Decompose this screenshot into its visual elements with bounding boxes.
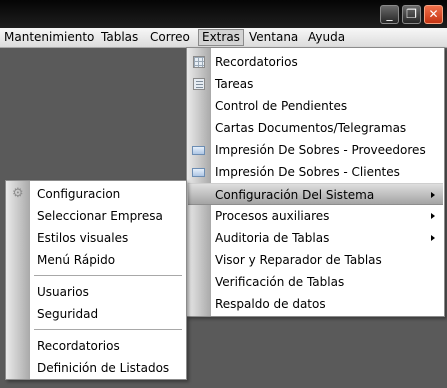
envelope-icon: [192, 168, 205, 177]
menu-item-verificacion-tablas[interactable]: Verificación de Tablas: [188, 271, 443, 293]
menu-item-cartas-documentos[interactable]: Cartas Documentos/Telegramas: [188, 117, 443, 139]
menu-item-label: Visor y Reparador de Tablas: [215, 253, 382, 267]
menu-item-label: Auditoria de Tablas: [215, 231, 330, 245]
menu-correo[interactable]: Correo: [147, 29, 193, 46]
menu-item-label: Tareas: [215, 77, 254, 91]
menu-item-sobres-proveedores[interactable]: Impresión De Sobres - Proveedores: [188, 139, 443, 161]
menu-item-auditoria-tablas[interactable]: Auditoria de Tablas: [188, 227, 443, 249]
menu-separator: [34, 329, 182, 330]
menu-bar: Mantenimiento Tablas Correo Extras Venta…: [0, 28, 447, 48]
minimize-icon: _: [386, 7, 393, 21]
menu-item-recordatorios[interactable]: Recordatorios: [188, 51, 443, 73]
close-icon: ✕: [428, 7, 439, 21]
submenu-arrow-icon: [431, 192, 435, 198]
menu-tablas[interactable]: Tablas: [98, 29, 141, 46]
menu-extras[interactable]: Extras: [198, 29, 244, 46]
restore-icon: ❐: [406, 7, 417, 21]
menu-item-label: Menú Rápido: [37, 253, 116, 267]
submenu-arrow-icon: [431, 235, 435, 241]
menu-item-sobres-clientes[interactable]: Impresión De Sobres - Clientes: [188, 161, 443, 183]
submenu-item-seleccionar-empresa[interactable]: Seleccionar Empresa: [7, 205, 185, 227]
minimize-button[interactable]: _: [380, 5, 399, 24]
menu-item-label: Verificación de Tablas: [215, 275, 345, 289]
menu-item-label: Procesos auxiliares: [215, 209, 330, 223]
menu-item-tareas[interactable]: Tareas: [188, 73, 443, 95]
config-submenu: ⚙ Configuracion Seleccionar Empresa Esti…: [5, 180, 187, 380]
menu-item-label: Recordatorios: [37, 339, 120, 353]
submenu-item-menu-rapido[interactable]: Menú Rápido: [7, 249, 185, 271]
menu-item-label: Control de Pendientes: [215, 99, 348, 113]
menu-item-label: Seleccionar Empresa: [37, 209, 163, 223]
menu-separator: [34, 275, 182, 276]
submenu-item-definicion-listados[interactable]: Definición de Listados: [7, 357, 185, 379]
menu-item-procesos-auxiliares[interactable]: Procesos auxiliares: [188, 205, 443, 227]
menu-item-label: Estilos visuales: [37, 231, 129, 245]
extras-dropdown: Recordatorios Tareas Control de Pendient…: [186, 47, 445, 317]
menu-item-label: Usuarios: [37, 285, 89, 299]
menu-ventana[interactable]: Ventana: [246, 29, 301, 46]
envelope-icon: [192, 146, 205, 155]
submenu-item-seguridad[interactable]: Seguridad: [7, 303, 185, 325]
restore-button[interactable]: ❐: [402, 5, 421, 24]
grid-icon: [193, 56, 205, 68]
menu-item-respaldo-datos[interactable]: Respaldo de datos: [188, 293, 443, 315]
menu-item-visor-reparador[interactable]: Visor y Reparador de Tablas: [188, 249, 443, 271]
menu-item-label: Impresión De Sobres - Proveedores: [215, 143, 426, 157]
menu-item-label: Seguridad: [37, 307, 99, 321]
close-button[interactable]: ✕: [424, 5, 443, 24]
menu-item-label: Recordatorios: [215, 55, 298, 69]
menu-item-label: Definición de Listados: [37, 361, 170, 375]
list-icon: [193, 78, 205, 90]
menu-item-label: Impresión De Sobres - Clientes: [215, 165, 400, 179]
menu-item-label: Configuración Del Sistema: [215, 188, 375, 202]
menu-ayuda[interactable]: Ayuda: [305, 29, 348, 46]
menu-item-label: Respaldo de datos: [215, 297, 326, 311]
submenu-arrow-icon: [431, 213, 435, 219]
menu-item-label: Cartas Documentos/Telegramas: [215, 121, 407, 135]
gear-icon: ⚙: [12, 186, 24, 201]
menu-item-label: Configuracion: [37, 187, 121, 201]
submenu-item-configuracion[interactable]: ⚙ Configuracion: [7, 183, 185, 205]
menu-item-control-pendientes[interactable]: Control de Pendientes: [188, 95, 443, 117]
submenu-item-estilos-visuales[interactable]: Estilos visuales: [7, 227, 185, 249]
menu-item-configuracion-sistema[interactable]: Configuración Del Sistema: [188, 183, 443, 205]
submenu-item-recordatorios[interactable]: Recordatorios: [7, 335, 185, 357]
title-bar: _ ❐ ✕: [0, 0, 447, 28]
submenu-item-usuarios[interactable]: Usuarios: [7, 281, 185, 303]
menu-mantenimiento[interactable]: Mantenimiento: [1, 29, 97, 46]
